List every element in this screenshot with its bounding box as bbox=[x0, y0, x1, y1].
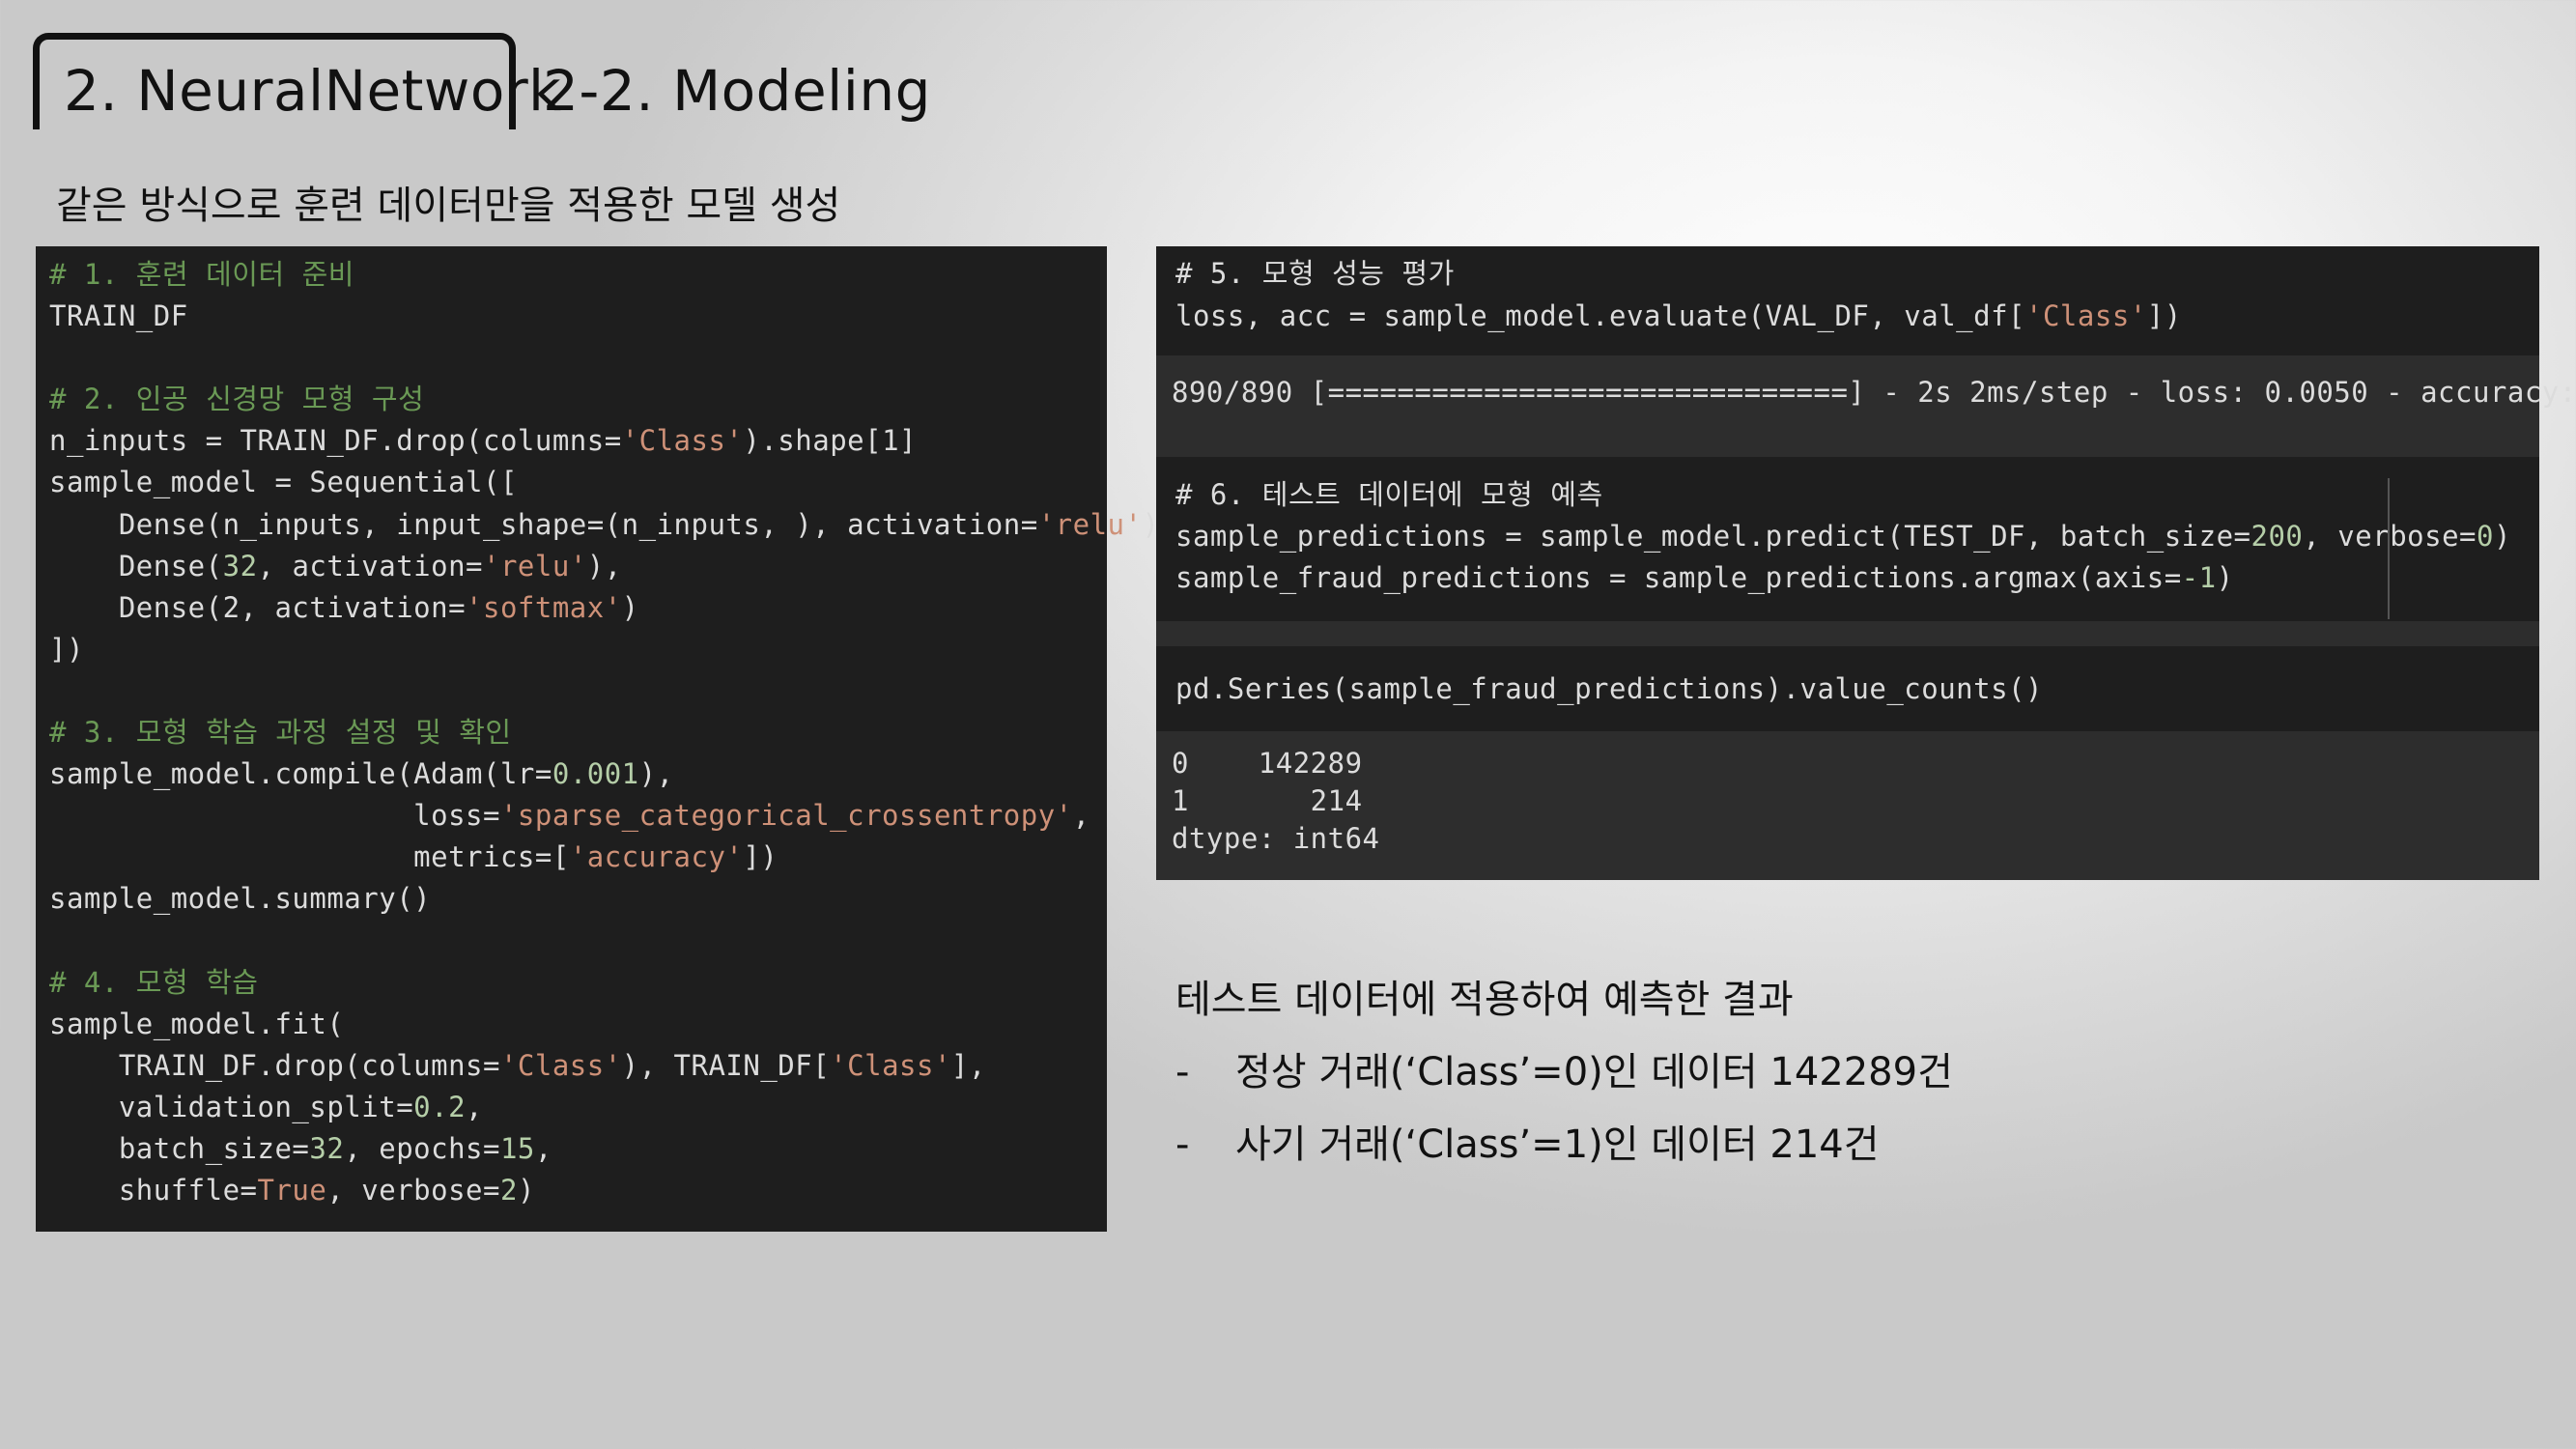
output-line: dtype: int64 bbox=[1172, 822, 1380, 855]
bullet-dash: - bbox=[1175, 1122, 1190, 1167]
result-bullet-fraud: - 사기 거래(‘Class’=1)인 데이터 214건 bbox=[1175, 1113, 1880, 1169]
sub-title: 2-2. Modeling bbox=[543, 58, 931, 124]
output-line: 0 142289 bbox=[1172, 747, 1363, 780]
code-line: shuffle=True, verbose=2) bbox=[49, 1174, 535, 1208]
output-line: 1 214 bbox=[1172, 784, 1363, 817]
cell-scrollbar[interactable] bbox=[2388, 478, 2390, 619]
code-line: Dense(n_inputs, input_shape=(n_inputs, )… bbox=[49, 507, 1176, 541]
code-line: validation_split=0.2, bbox=[49, 1090, 484, 1123]
code-comment: # 2. 인공 신경망 모형 구성 bbox=[49, 383, 425, 416]
code-line: Dense(2, activation='softmax') bbox=[49, 590, 639, 624]
code-comment: # 1. 훈련 데이터 준비 bbox=[49, 258, 354, 291]
bullet-dash: - bbox=[1175, 1050, 1190, 1094]
result-bullet-normal: - 정상 거래(‘Class’=0)인 데이터 142289건 bbox=[1175, 1040, 1953, 1096]
code-line: sample_predictions = sample_model.predic… bbox=[1175, 520, 2511, 553]
section-title: 2. NeuralNetwork bbox=[64, 58, 562, 124]
bullet-text: 정상 거래(‘Class’=0)인 데이터 142289건 bbox=[1235, 1050, 1953, 1094]
code-line: ]) bbox=[49, 632, 84, 666]
code-panel-training: # 1. 훈련 데이터 준비 TRAIN_DF # 2. 인공 신경망 모형 구… bbox=[36, 246, 1176, 1232]
code-line: sample_model.compile(Adam(lr=0.001), bbox=[49, 757, 674, 791]
code-comment: # 3. 모형 학습 과정 설정 및 확인 bbox=[49, 716, 512, 750]
code-line: loss='sparse_categorical_crossentropy', bbox=[49, 799, 1090, 833]
output-cell-evaluate: 890/890 [==============================]… bbox=[1156, 355, 2576, 457]
code-line: sample_fraud_predictions = sample_predic… bbox=[1175, 561, 2234, 594]
code-cell-evaluate: # 5. 모형 성능 평가 loss, acc = sample_model.e… bbox=[1156, 246, 2539, 355]
code-line: Dense(32, activation='relu'), bbox=[49, 549, 622, 582]
code-line: metrics=['accuracy']) bbox=[49, 840, 778, 874]
output-cell-value-counts: 0 142289 1 214 dtype: int64 bbox=[1156, 731, 2539, 880]
code-comment: # 6. 테스트 데이터에 모형 예측 bbox=[1175, 478, 1603, 511]
code-line: sample_model.fit( bbox=[49, 1007, 345, 1040]
code-line: pd.Series(sample_fraud_predictions).valu… bbox=[1175, 672, 2043, 705]
code-comment: # 4. 모형 학습 bbox=[49, 965, 259, 999]
code-cell-value-counts: pd.Series(sample_fraud_predictions).valu… bbox=[1156, 646, 2539, 731]
code-comment: # 5. 모형 성능 평가 bbox=[1175, 257, 1455, 290]
output-line: 890/890 [==============================]… bbox=[1172, 376, 2576, 409]
code-line: TRAIN_DF.drop(columns='Class'), TRAIN_DF… bbox=[49, 1048, 986, 1082]
code-line: TRAIN_DF bbox=[49, 299, 188, 333]
code-line: sample_model = Sequential([ bbox=[49, 466, 518, 499]
code-cell-predict: # 6. 테스트 데이터에 모형 예측 sample_predictions =… bbox=[1156, 457, 2539, 621]
empty-output-strip bbox=[1156, 621, 2539, 646]
code-line: loss, acc = sample_model.evaluate(VAL_DF… bbox=[1175, 299, 2182, 332]
slide-subtitle: 같은 방식으로 훈련 데이터만을 적용한 모델 생성 bbox=[56, 184, 841, 228]
bullet-text: 사기 거래(‘Class’=1)인 데이터 214건 bbox=[1235, 1122, 1880, 1167]
code-line: n_inputs = TRAIN_DF.drop(columns='Class'… bbox=[49, 424, 917, 458]
code-line: batch_size=32, epochs=15, bbox=[49, 1131, 552, 1165]
code-line: sample_model.summary() bbox=[49, 882, 432, 916]
results-heading: 테스트 데이터에 적용하여 예측한 결과 bbox=[1175, 978, 1794, 1022]
